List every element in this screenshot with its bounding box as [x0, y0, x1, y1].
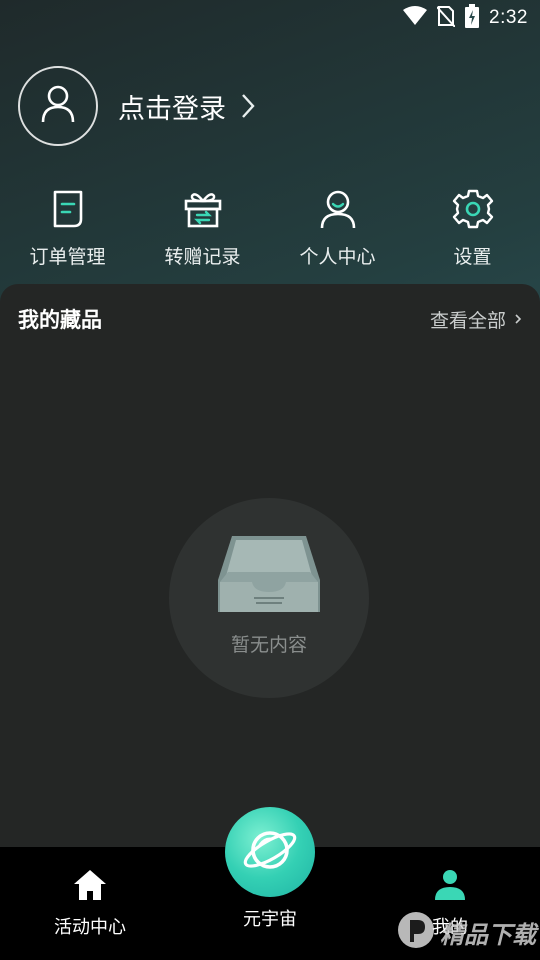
nav-activity-center[interactable]: 活动中心 — [40, 869, 140, 939]
no-sim-icon — [436, 5, 456, 31]
watermark-p-icon — [396, 910, 436, 954]
login-row[interactable]: 点击登录 — [18, 66, 256, 146]
collection-title: 我的藏品 — [18, 308, 102, 332]
quick-item-orders[interactable]: 订单管理 — [0, 186, 135, 269]
chevron-right-icon — [240, 92, 256, 120]
quick-item-profile[interactable]: 个人中心 — [270, 186, 405, 269]
profile-icon — [433, 869, 467, 905]
avatar[interactable] — [18, 66, 98, 146]
user-center-icon — [319, 186, 357, 232]
nav-label-activity-center: 活动中心 — [54, 917, 126, 938]
empty-text: 暂无内容 — [230, 634, 307, 656]
watermark-text: 精品下载 — [440, 920, 536, 949]
view-all-link[interactable]: 查看全部 — [430, 306, 522, 333]
watermark-logo: 精品下载 — [396, 910, 536, 954]
gift-icon — [183, 186, 223, 232]
battery-charging-icon — [465, 4, 480, 32]
planet-button[interactable] — [225, 807, 315, 897]
quick-label-orders: 订单管理 — [29, 246, 106, 268]
user-icon — [41, 85, 75, 127]
nav-label-metaverse: 元宇宙 — [243, 909, 297, 930]
quick-label-profile: 个人中心 — [299, 246, 376, 268]
status-bar: 2:32 — [0, 0, 540, 36]
gear-icon — [452, 186, 494, 232]
wifi-icon — [403, 6, 428, 30]
quick-menu: 订单管理 转赠记录 个人中心 设置 — [0, 186, 540, 269]
home-icon — [73, 869, 107, 905]
bottom-nav: 活动中心 元宇宙 我的 精品下载 — [0, 807, 540, 960]
empty-inbox-icon — [214, 532, 324, 622]
quick-label-settings: 设置 — [453, 246, 492, 268]
view-all-label: 查看全部 — [429, 309, 506, 332]
order-icon — [51, 186, 85, 232]
planet-icon — [240, 823, 300, 881]
quick-item-settings[interactable]: 设置 — [405, 186, 540, 269]
collection-header: 我的藏品 查看全部 — [0, 284, 540, 334]
status-time: 2:32 — [489, 7, 528, 28]
quick-label-transfers: 转赠记录 — [164, 246, 241, 268]
login-text[interactable]: 点击登录 — [118, 87, 226, 126]
nav-metaverse[interactable]: 元宇宙 — [220, 807, 320, 931]
quick-item-transfers[interactable]: 转赠记录 — [135, 186, 270, 269]
empty-state: 暂无内容 — [169, 498, 369, 698]
chevron-right-small-icon — [514, 308, 522, 330]
